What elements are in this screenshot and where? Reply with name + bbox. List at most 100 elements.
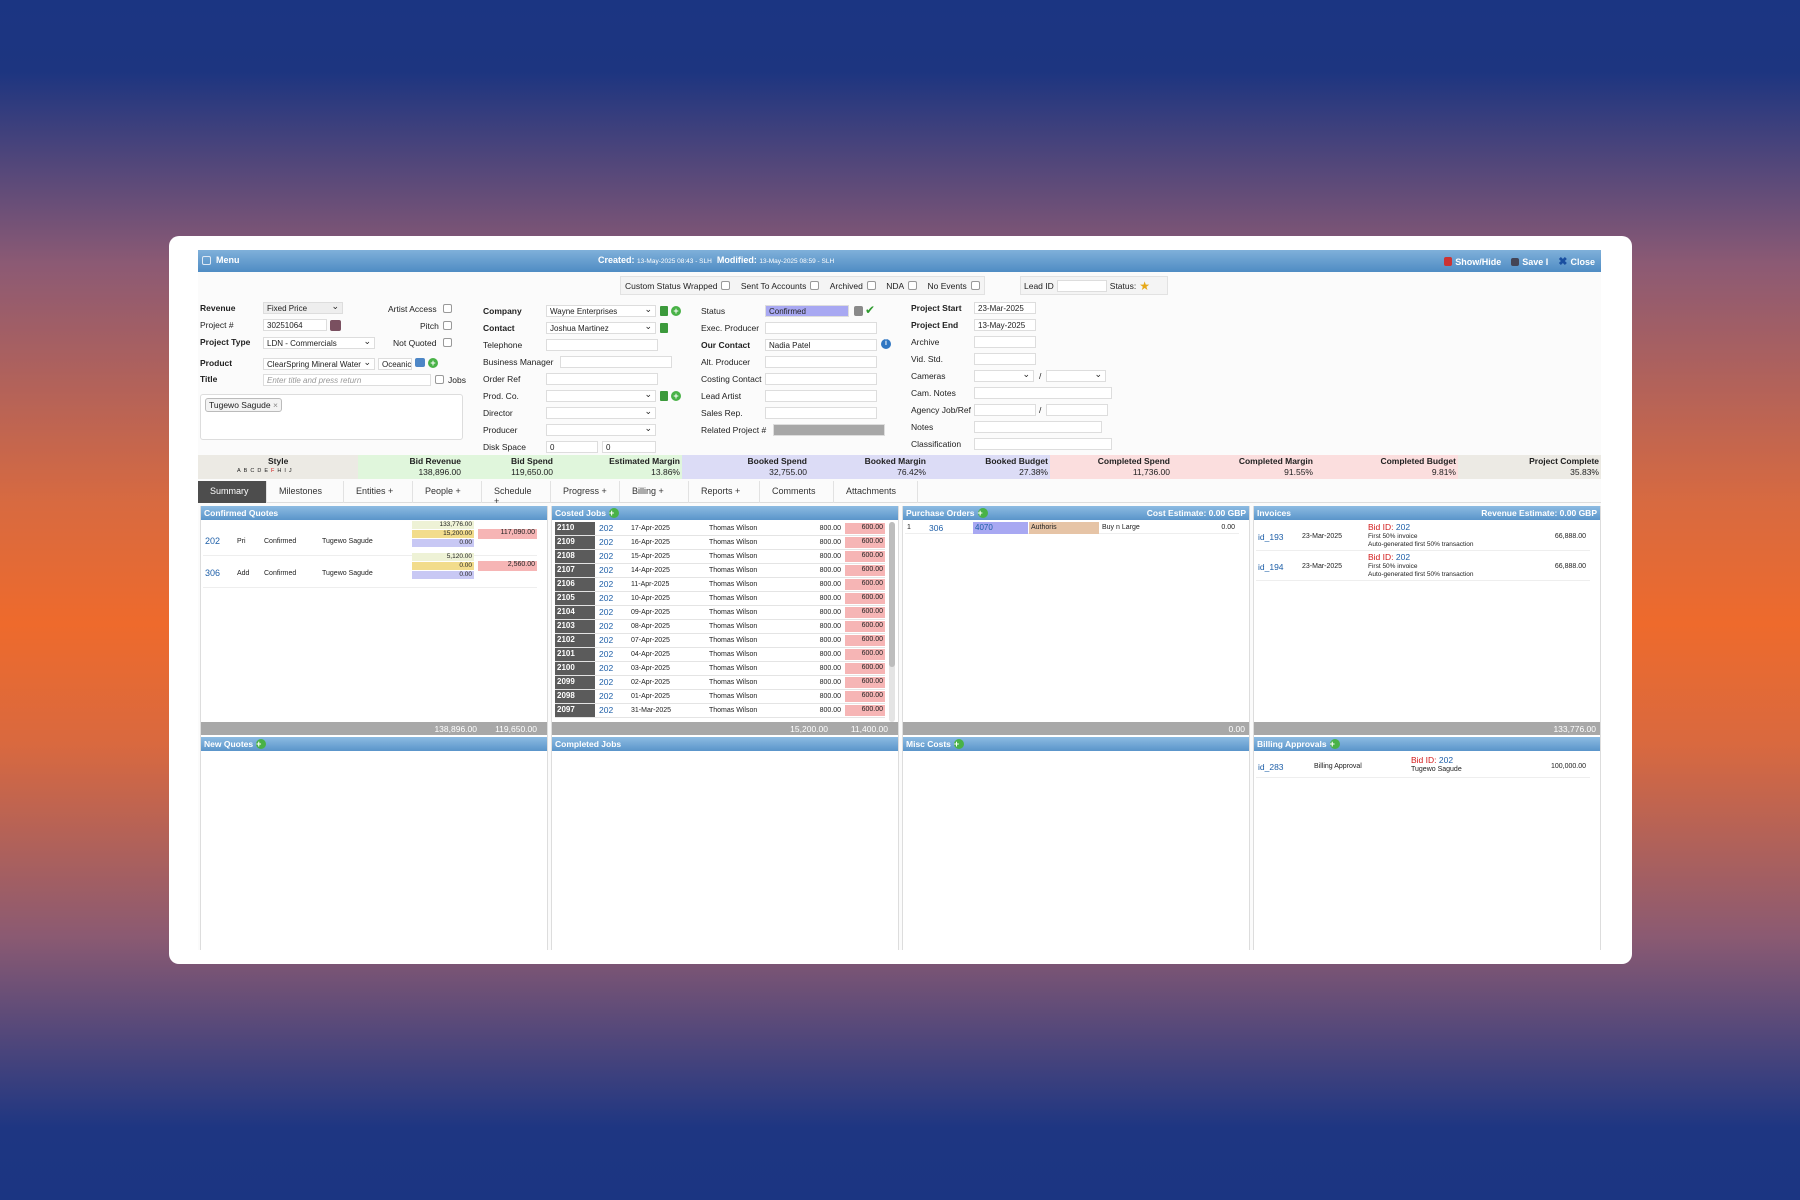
document-icon[interactable]: [854, 306, 863, 316]
order-ref-field[interactable]: [546, 373, 658, 385]
job-quote-link[interactable]: 202: [599, 663, 613, 673]
job-row[interactable]: 2109 202 16-Apr-2025 Thomas Wilson 800.00 600…: [555, 536, 885, 550]
archive-field[interactable]: [974, 336, 1036, 348]
contact-select[interactable]: Joshua Martinez: [546, 322, 656, 334]
job-row[interactable]: 2106 202 11-Apr-2025 Thomas Wilson 800.00 600…: [555, 578, 885, 592]
job-row[interactable]: 2110 202 17-Apr-2025 Thomas Wilson 800.00 600…: [555, 522, 885, 536]
prod-co-select[interactable]: [546, 390, 656, 402]
project-end-field[interactable]: 13-May-2025: [974, 319, 1036, 331]
tab-progress[interactable]: Progress +: [551, 481, 620, 503]
no-events-checkbox[interactable]: [970, 281, 980, 290]
exec-producer-field[interactable]: [765, 322, 877, 334]
lead-artist-field[interactable]: [765, 390, 877, 402]
agency-job-field-2[interactable]: [1046, 404, 1108, 416]
custom-status-checkbox[interactable]: [721, 281, 731, 290]
remove-tag-icon[interactable]: ×: [273, 400, 278, 410]
job-quote-link[interactable]: 202: [599, 677, 613, 687]
status-select[interactable]: Confirmed: [765, 305, 849, 317]
sent-accounts-checkbox[interactable]: [810, 281, 820, 290]
color-swatch[interactable]: [330, 320, 341, 331]
disk-space-field-2[interactable]: 0: [602, 441, 656, 453]
company-select[interactable]: Wayne Enterprises: [546, 305, 656, 317]
notes-field[interactable]: [974, 421, 1102, 433]
style-letter[interactable]: A: [237, 468, 244, 474]
tab-reports[interactable]: Reports +: [689, 481, 760, 503]
product-select[interactable]: ClearSpring Mineral Water: [263, 358, 375, 370]
add-billing-approval-icon[interactable]: +: [1329, 739, 1340, 749]
billing-approval-row[interactable]: id_283 Billing Approval Bid ID: 202 Tuge…: [1256, 755, 1590, 778]
show-hide-button[interactable]: Show/Hide: [1444, 257, 1501, 267]
po-row[interactable]: 1 306 4070 Authoris Buy n Large 0.00: [905, 522, 1239, 534]
add-job-icon[interactable]: +: [609, 508, 620, 518]
job-quote-link[interactable]: 202: [599, 649, 613, 659]
pitch-checkbox[interactable]: [443, 321, 452, 330]
checkmark-icon[interactable]: ✔: [865, 303, 875, 317]
cameras-select-2[interactable]: [1046, 370, 1106, 382]
job-quote-link[interactable]: 202: [599, 579, 613, 589]
cam-notes-field[interactable]: [974, 387, 1112, 399]
bid-id-link[interactable]: 202: [1396, 552, 1410, 562]
revenue-select[interactable]: Fixed Price: [263, 302, 343, 314]
job-quote-link[interactable]: 202: [599, 551, 613, 561]
job-quote-link[interactable]: 202: [599, 691, 613, 701]
lead-id-input[interactable]: [1056, 279, 1107, 292]
quote-row[interactable]: 306 Add Confirmed Tugewo Sagude 5,120.00…: [203, 553, 537, 588]
title-input[interactable]: Enter title and press return: [263, 374, 431, 386]
quote-id-link[interactable]: 306: [205, 568, 220, 578]
add-po-icon[interactable]: +: [977, 508, 988, 518]
invoice-row[interactable]: id_194 23-Mar-2025 Bid ID: 202 First 50%…: [1256, 552, 1590, 581]
jobs-checkbox[interactable]: [435, 375, 444, 384]
add-company-icon[interactable]: +: [671, 306, 681, 316]
jobs-scroll-thumb[interactable]: [889, 522, 895, 667]
project-num-field[interactable]: 30251064: [263, 319, 327, 331]
nda-checkbox[interactable]: [908, 281, 918, 290]
artist-access-checkbox[interactable]: [443, 304, 452, 313]
tab-attachments[interactable]: Attachments: [834, 481, 918, 503]
tab-milestones[interactable]: Milestones: [267, 481, 344, 503]
job-row[interactable]: 2103 202 08-Apr-2025 Thomas Wilson 800.00 600…: [555, 620, 885, 634]
sales-rep-field[interactable]: [765, 407, 877, 419]
director-select[interactable]: [546, 407, 656, 419]
archived-checkbox[interactable]: [866, 281, 876, 290]
contact-book-icon[interactable]: [660, 323, 668, 333]
invoice-id-link[interactable]: id_194: [1258, 562, 1284, 572]
job-row[interactable]: 2108 202 15-Apr-2025 Thomas Wilson 800.00 600…: [555, 550, 885, 564]
tab-comments[interactable]: Comments: [760, 481, 834, 503]
agency-job-field-1[interactable]: [974, 404, 1036, 416]
cameras-select-1[interactable]: [974, 370, 1034, 382]
job-quote-link[interactable]: 202: [599, 565, 613, 575]
style-letter[interactable]: J: [289, 468, 295, 474]
tag-chip[interactable]: Tugewo Sagude ×: [205, 398, 282, 412]
project-type-select[interactable]: LDN - Commercials: [263, 337, 375, 349]
disk-space-field-1[interactable]: 0: [546, 441, 598, 453]
job-row[interactable]: 2097 202 31-Mar-2025 Thomas Wilson 800.00 600…: [555, 704, 885, 718]
bid-id-link[interactable]: 202: [1439, 755, 1453, 765]
add-misc-cost-icon[interactable]: +: [953, 739, 964, 749]
invoice-id-link[interactable]: id_193: [1258, 532, 1284, 542]
job-quote-link[interactable]: 202: [599, 537, 613, 547]
product-variant-field[interactable]: Oceanic: [378, 358, 412, 370]
job-row[interactable]: 2102 202 07-Apr-2025 Thomas Wilson 800.00 600…: [555, 634, 885, 648]
business-manager-field[interactable]: [560, 356, 672, 368]
company-book-icon[interactable]: [660, 306, 668, 316]
save-button[interactable]: Save I: [1511, 257, 1548, 267]
folder-icon[interactable]: [415, 358, 425, 367]
alt-producer-field[interactable]: [765, 356, 877, 368]
tab-schedule[interactable]: Schedule +: [482, 481, 551, 506]
our-contact-field[interactable]: Nadia Patel: [765, 339, 877, 351]
tab-summary[interactable]: Summary: [198, 481, 267, 503]
not-quoted-checkbox[interactable]: [443, 338, 452, 347]
tab-billing[interactable]: Billing +: [620, 481, 689, 503]
producer-select[interactable]: [546, 424, 656, 436]
tab-entities[interactable]: Entities +: [344, 481, 413, 503]
add-product-icon[interactable]: +: [428, 358, 438, 368]
job-row[interactable]: 2099 202 02-Apr-2025 Thomas Wilson 800.00 600…: [555, 676, 885, 690]
job-row[interactable]: 2105 202 10-Apr-2025 Thomas Wilson 800.00 600…: [555, 592, 885, 606]
job-quote-link[interactable]: 202: [599, 607, 613, 617]
vid-std-field[interactable]: [974, 353, 1036, 365]
project-start-field[interactable]: 23-Mar-2025: [974, 302, 1036, 314]
menu-button[interactable]: Menu: [202, 255, 240, 265]
tag-box[interactable]: Tugewo Sagude ×: [200, 394, 463, 440]
star-icon[interactable]: ★: [1139, 279, 1150, 293]
telephone-field[interactable]: [546, 339, 658, 351]
